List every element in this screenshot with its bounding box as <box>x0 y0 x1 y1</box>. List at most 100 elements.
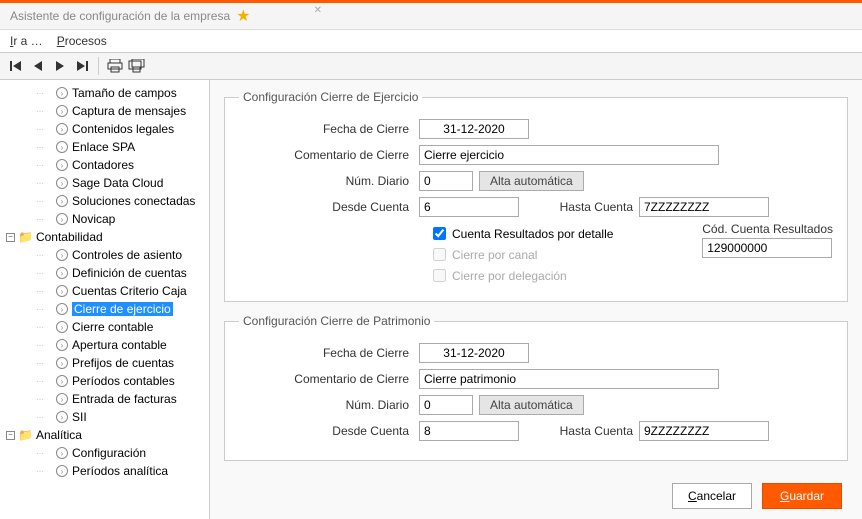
toolbar <box>0 52 862 80</box>
tree-item[interactable]: ⋯›Tamaño de campos <box>0 84 209 102</box>
tree-label: Analítica <box>36 428 82 442</box>
sidebar-tree[interactable]: ⋯›Tamaño de campos ⋯›Captura de mensajes… <box>0 80 210 519</box>
tree-folder-contabilidad[interactable]: −📁Contabilidad <box>0 228 209 246</box>
checkbox <box>433 248 446 261</box>
print-icon[interactable] <box>105 56 125 76</box>
group-cierre-ejercicio: Configuración Cierre de Ejercicio Fecha … <box>224 90 848 302</box>
desde-cuenta-label: Desde Cuenta <box>239 424 419 438</box>
hasta-cuenta-input[interactable] <box>639 197 769 217</box>
tree-label: Novicap <box>72 212 115 226</box>
checkbox[interactable] <box>433 227 446 240</box>
menubar: Ir a … Procesos <box>0 30 862 52</box>
hasta-cuenta-label: Hasta Cuenta <box>519 424 639 438</box>
bullet-icon: › <box>56 447 68 459</box>
menu-procesos[interactable]: Procesos <box>57 34 107 48</box>
tree-item-selected[interactable]: ⋯›Cierre de ejercicio <box>0 300 209 318</box>
tree-item[interactable]: ⋯›Períodos contables <box>0 372 209 390</box>
bullet-icon: › <box>56 249 68 261</box>
bullet-icon: › <box>56 393 68 405</box>
numdiario-label: Núm. Diario <box>239 398 419 412</box>
star-icon[interactable]: ★ <box>236 6 250 26</box>
fecha-cierre-input[interactable] <box>419 119 529 139</box>
save-button[interactable]: Guardar <box>762 483 842 509</box>
tree-item[interactable]: ⋯›Controles de asiento <box>0 246 209 264</box>
tree-label: Entrada de facturas <box>72 392 177 406</box>
bullet-icon: › <box>56 141 68 153</box>
tree-label: Sage Data Cloud <box>72 176 163 190</box>
fecha-cierre-label: Fecha de Cierre <box>239 122 419 136</box>
tree-item[interactable]: ⋯›SII <box>0 408 209 426</box>
tree-folder-analitica[interactable]: −📁Analítica <box>0 426 209 444</box>
tree-item[interactable]: ⋯›Apertura contable <box>0 336 209 354</box>
hasta-cuenta-input[interactable] <box>639 421 769 441</box>
collapse-icon[interactable]: − <box>6 233 15 242</box>
tree-line: ⋯ <box>36 89 56 98</box>
desde-cuenta-input[interactable] <box>419 197 519 217</box>
toolbar-separator <box>98 57 99 75</box>
alta-automatica-button[interactable]: Alta automática <box>479 171 584 191</box>
tree-item[interactable]: ⋯›Soluciones conectadas <box>0 192 209 210</box>
cancel-button[interactable]: Cancelar <box>672 483 752 509</box>
tree-item[interactable]: ⋯›Configuración <box>0 444 209 462</box>
tree-item[interactable]: ⋯›Prefijos de cuentas <box>0 354 209 372</box>
tree-item[interactable]: ⋯›Cuentas Criterio Caja <box>0 282 209 300</box>
tree-label: Períodos analítica <box>72 464 168 478</box>
comentario-input[interactable] <box>419 369 719 389</box>
prev-icon[interactable] <box>28 56 48 76</box>
tree-label: Cuentas Criterio Caja <box>72 284 187 298</box>
close-icon[interactable]: ✕ <box>314 5 322 16</box>
check-resultados-detalle[interactable]: Cuenta Resultados por detalle <box>429 224 682 243</box>
tree-item[interactable]: ⋯›Sage Data Cloud <box>0 174 209 192</box>
tree-label: Apertura contable <box>72 338 167 352</box>
window-title: Asistente de configuración de la empresa <box>10 9 230 23</box>
tree-item[interactable]: ⋯›Contadores <box>0 156 209 174</box>
menu-ir-a[interactable]: Ir a … <box>10 34 43 48</box>
tree-label: Enlace SPA <box>72 140 135 154</box>
alta-automatica-button[interactable]: Alta automática <box>479 395 584 415</box>
check-label: Cierre por delegación <box>452 269 567 283</box>
tree-item[interactable]: ⋯›Períodos analítica <box>0 462 209 480</box>
comentario-label: Comentario de Cierre <box>239 148 419 162</box>
tree-label: Períodos contables <box>72 374 175 388</box>
titlebar: Asistente de configuración de la empresa… <box>0 0 862 30</box>
bullet-icon: › <box>56 195 68 207</box>
tree-item[interactable]: ⋯›Definición de cuentas <box>0 264 209 282</box>
numdiario-input[interactable] <box>419 395 473 415</box>
next-icon[interactable] <box>50 56 70 76</box>
collapse-icon[interactable]: − <box>6 431 15 440</box>
last-icon[interactable] <box>72 56 92 76</box>
tree-item[interactable]: ⋯›Cierre contable <box>0 318 209 336</box>
tree-label: Cierre de ejercicio <box>72 302 173 316</box>
print-multi-icon[interactable] <box>127 56 147 76</box>
first-icon[interactable] <box>6 56 26 76</box>
bullet-icon: › <box>56 105 68 117</box>
numdiario-input[interactable] <box>419 171 473 191</box>
tree-label: Controles de asiento <box>72 248 182 262</box>
numdiario-label: Núm. Diario <box>239 174 419 188</box>
bullet-icon: › <box>56 303 68 315</box>
check-label: Cierre por canal <box>452 248 537 262</box>
tree-label: Contabilidad <box>36 230 103 244</box>
form-area: Configuración Cierre de Ejercicio Fecha … <box>210 80 862 519</box>
desde-cuenta-input[interactable] <box>419 421 519 441</box>
checkbox <box>433 269 446 282</box>
comentario-input[interactable] <box>419 145 719 165</box>
bullet-icon: › <box>56 321 68 333</box>
bullet-icon: › <box>56 87 68 99</box>
fecha-cierre-input[interactable] <box>419 343 529 363</box>
tree-item[interactable]: ⋯›Novicap <box>0 210 209 228</box>
tree-item[interactable]: ⋯›Enlace SPA <box>0 138 209 156</box>
tree-item[interactable]: ⋯›Entrada de facturas <box>0 390 209 408</box>
tree-item[interactable]: ⋯›Captura de mensajes <box>0 102 209 120</box>
bullet-icon: › <box>56 375 68 387</box>
tree-label: Configuración <box>72 446 146 460</box>
tree-label: Definición de cuentas <box>72 266 187 280</box>
folder-icon: 📁 <box>18 230 33 244</box>
cod-cuenta-input[interactable] <box>702 238 832 258</box>
legend-patrimonio: Configuración Cierre de Patrimonio <box>239 314 434 328</box>
bullet-icon: › <box>56 465 68 477</box>
footer-buttons: Cancelar Guardar <box>672 483 842 509</box>
tree-item[interactable]: ⋯›Contenidos legales <box>0 120 209 138</box>
bullet-icon: › <box>56 285 68 297</box>
hasta-cuenta-label: Hasta Cuenta <box>519 200 639 214</box>
